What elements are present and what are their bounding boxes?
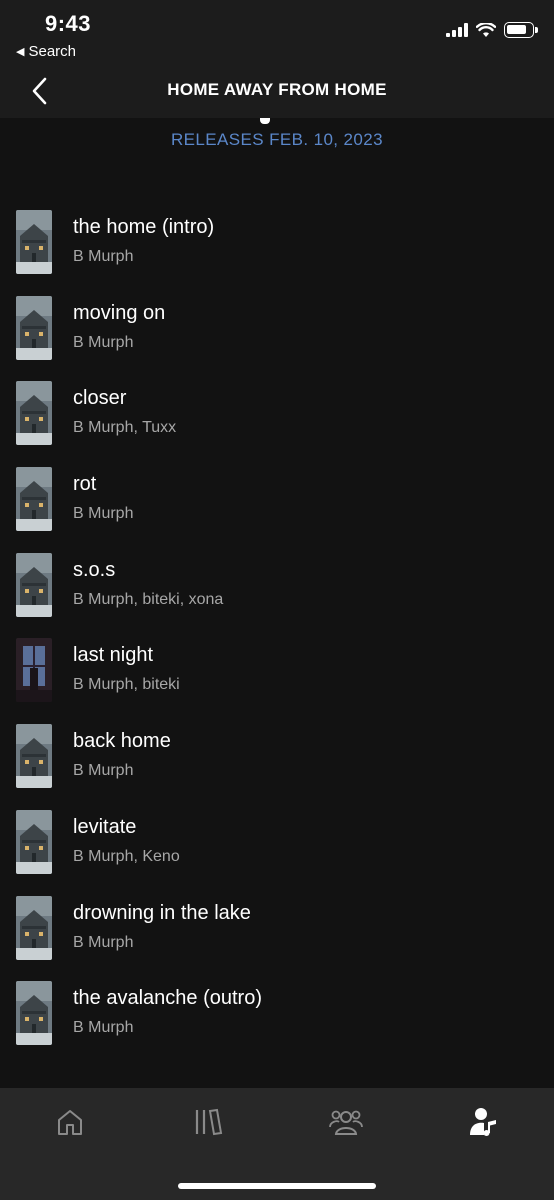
back-to-app-label: Search (28, 43, 76, 60)
artist-icon (470, 1108, 496, 1136)
track-title: s.o.s (73, 558, 116, 581)
track-title: closer (73, 387, 127, 410)
home-indicator[interactable] (178, 1183, 376, 1189)
track-title: drowning in the lake (73, 901, 251, 924)
tab-library[interactable] (188, 1102, 228, 1142)
battery-icon (504, 22, 538, 38)
status-time: 9:43 (45, 11, 92, 36)
track-title: the home (intro) (73, 216, 215, 238)
track-row[interactable]: moving on B Murph (0, 286, 554, 372)
tab-home[interactable] (50, 1102, 90, 1142)
track-cover-art (16, 981, 52, 1046)
release-date: RELEASES FEB. 10, 2023 (171, 130, 383, 149)
track-row[interactable]: rot B Murph (0, 457, 554, 543)
app-screen: 9:43 ◀ Search HOME AWAY FROM HOME RELEAS… (0, 0, 554, 1200)
track-title: levitate (73, 815, 137, 838)
page-title: HOME AWAY FROM HOME (167, 80, 387, 99)
track-row[interactable]: s.o.s B Murph, biteki, xona (0, 543, 554, 629)
track-title: rot (73, 473, 97, 496)
home-icon (58, 1110, 82, 1135)
track-cover-art (16, 638, 52, 703)
track-row[interactable]: closer B Murph, Tuxx (0, 371, 554, 457)
wifi-icon (476, 22, 496, 37)
track-artist: B Murph (73, 1019, 134, 1037)
tab-artist[interactable] (464, 1102, 504, 1142)
track-cover-art (16, 895, 52, 960)
signal-icon (446, 23, 468, 37)
track-cover-art (16, 552, 52, 617)
tab-friends[interactable] (326, 1102, 366, 1142)
track-title: the avalanche (outro) (73, 987, 263, 1010)
track-artist: B Murph (73, 333, 134, 351)
track-row[interactable]: back home B Murph (0, 714, 554, 800)
track-title: last night (73, 644, 154, 667)
back-to-app-link[interactable]: ◀ Search (16, 43, 76, 60)
track-artist: B Murph, Keno (73, 847, 180, 865)
track-artist: B Murph, biteki (73, 676, 180, 694)
track-title: back home (73, 730, 171, 753)
track-row[interactable]: the home (intro) B Murph (0, 200, 554, 286)
back-triangle-icon: ◀ (16, 46, 25, 58)
track-row[interactable]: the avalanche (outro) B Murph (0, 971, 554, 1057)
library-icon (195, 1108, 223, 1136)
track-title: moving on (73, 301, 166, 324)
status-indicators (446, 22, 538, 38)
track-cover-art (16, 467, 52, 532)
track-artist: B Murph (73, 248, 134, 265)
track-list: the home (intro) B Murph moving on B Murph c… (0, 200, 554, 1057)
track-artist: B Murph, biteki, xona (73, 590, 224, 608)
track-cover-art (16, 295, 52, 360)
track-artist: B Murph (73, 762, 134, 780)
track-cover-art (16, 724, 52, 789)
top-bar: 9:43 ◀ Search HOME AWAY FROM HOME (0, 0, 554, 118)
track-cover-art (16, 809, 52, 874)
title-text-fragment (260, 118, 270, 124)
track-artist: B Murph, Tuxx (73, 419, 177, 437)
track-row[interactable]: levitate B Murph, Keno (0, 800, 554, 886)
track-cover-art (16, 210, 52, 274)
friends-icon (329, 1110, 363, 1135)
track-cover-art (16, 381, 52, 446)
track-artist: B Murph (73, 505, 134, 523)
track-row[interactable]: last night B Murph, biteki (0, 628, 554, 714)
track-row[interactable]: drowning in the lake B Murph (0, 886, 554, 972)
track-artist: B Murph (73, 933, 134, 951)
